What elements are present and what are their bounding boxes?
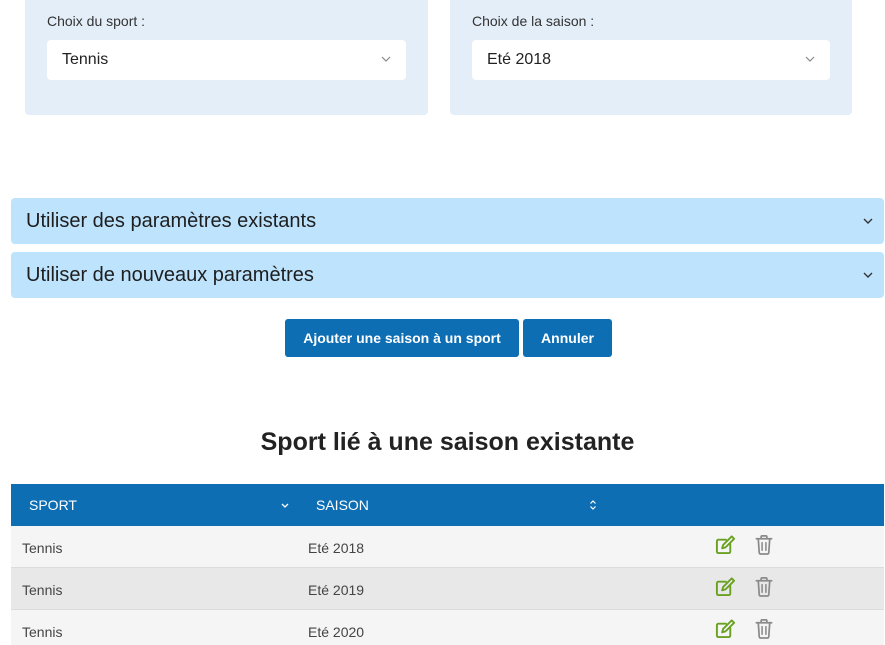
season-select[interactable]: Eté 2018 (472, 40, 830, 80)
table-row: Tennis Eté 2019 (11, 568, 884, 610)
trash-icon[interactable] (754, 576, 774, 597)
chevron-down-icon (381, 56, 391, 62)
accordion-new-parameters-label: Utiliser de nouveaux paramètres (26, 263, 314, 286)
cell-sport: Tennis (22, 624, 63, 640)
accordion-new-parameters[interactable]: Utiliser de nouveaux paramètres (11, 252, 884, 298)
column-header-saison[interactable]: SAISON (316, 497, 369, 513)
sport-season-table: SPORT SAISON Tennis Eté 2018 Tennis Eté … (11, 484, 884, 645)
section-title: Sport lié à une saison existante (260, 428, 635, 456)
sort-icon[interactable] (588, 499, 598, 511)
accordion-existing-parameters[interactable]: Utiliser des paramètres existants (11, 198, 884, 244)
cell-sport: Tennis (22, 540, 63, 556)
season-select-value: Eté 2018 (487, 51, 552, 68)
season-filter-label: Choix de la saison : (472, 13, 595, 29)
edit-icon[interactable] (715, 576, 736, 597)
table-row: Tennis Eté 2018 (11, 526, 884, 568)
sport-select[interactable]: Tennis (47, 40, 406, 80)
cell-saison: Eté 2018 (308, 540, 365, 556)
sort-down-icon[interactable] (280, 499, 290, 511)
table-row: Tennis Eté 2020 (11, 610, 884, 645)
accordion-existing-parameters-label: Utiliser des paramètres existants (26, 209, 317, 232)
table-header: SPORT SAISON (11, 484, 884, 526)
sport-filter-label: Choix du sport : (47, 13, 146, 29)
edit-icon[interactable] (715, 618, 736, 639)
chevron-down-icon (863, 272, 873, 278)
cell-saison: Eté 2020 (308, 624, 365, 640)
cancel-button[interactable]: Annuler (523, 319, 612, 357)
chevron-down-icon (805, 56, 815, 62)
column-header-sport[interactable]: SPORT (29, 497, 77, 513)
cell-sport: Tennis (22, 582, 63, 598)
add-season-button[interactable]: Ajouter une saison à un sport (285, 319, 519, 357)
season-filter-panel: Choix de la saison : Eté 2018 (450, 0, 852, 115)
cell-saison: Eté 2019 (308, 582, 365, 598)
sport-select-value: Tennis (62, 51, 109, 68)
edit-icon[interactable] (715, 534, 736, 555)
chevron-down-icon (863, 218, 873, 224)
sport-filter-panel: Choix du sport : Tennis (25, 0, 428, 115)
trash-icon[interactable] (754, 534, 774, 555)
trash-icon[interactable] (754, 618, 774, 639)
